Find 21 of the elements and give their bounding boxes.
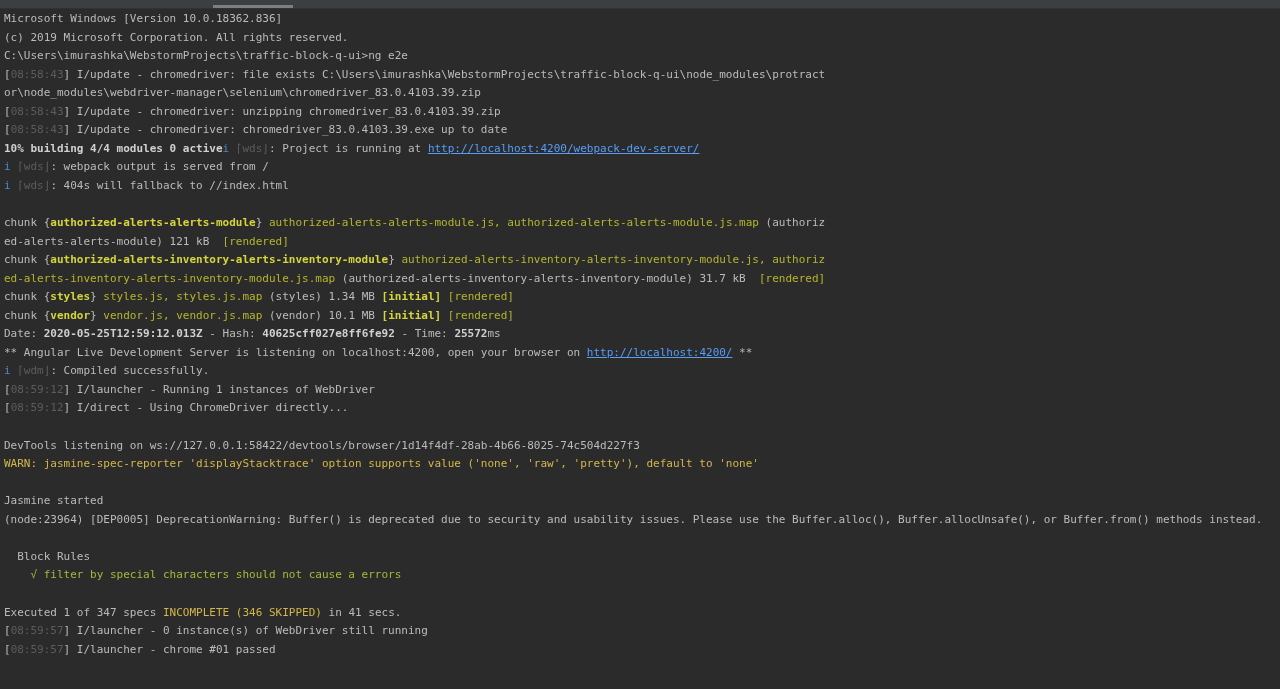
console-line: chunk {vendor} vendor.js, vendor.js.map (vendor) 10.1 MB [initial] [rendered] <box>4 307 515 324</box>
console-line: Jasmine started <box>4 493 105 510</box>
console-line: chunk {authorized-alerts-alerts-module} authorized-alerts-alerts-module.js, authorized-alerts-alerts-module.js.map (authoriz <box>4 215 827 231</box>
console-line: Executed 1 of 347 specs INCOMPLETE (346 SKIPPED) in 41 secs. <box>4 604 403 621</box>
link[interactable]: http://localhost:4200/webpack-dev-server/ <box>427 141 700 155</box>
console-line: WARN: jasmine-spec-reporter 'displayStacktrace' option supports value ('none', 'raw', 'pretty'), default to 'none' <box>4 456 760 473</box>
console-line: DevTools listening on ws://127.0.0.1:58422/devtools/browser/1d14f4df-28ab-4b66-8025-74c504d227f3 <box>4 437 641 454</box>
console-line: √ filter by special characters should not cause a errors <box>29 567 403 584</box>
console-line: (node:23964) [DEP0005] DeprecationWarning: Buffer() is deprecated due to security and usability issues. Please use the Buffer.alloc(), Buffer.allocUnsafe(), or Buffer.from() methods instead. <box>4 511 1264 528</box>
console-line: Date: 2020-05-25T12:59:12.013Z - Hash: 40625cff027e8ff6fe92 - Time: 25572ms <box>4 326 502 343</box>
console-line: chunk {styles} styles.js, styles.js.map (styles) 1.34 MB [initial] [rendered] <box>4 289 515 306</box>
console-line: or\node_modules\webdriver-manager\selenium\chromedriver_83.0.4103.39.zip <box>4 85 482 102</box>
console-line: Microsoft Windows [Version 10.0.18362.836] <box>4 11 284 27</box>
console-line: ed-alerts-inventory-alerts-inventory-module.js.map (authorized-alerts-inventory-alerts-inventory-module) 31.7 kB [rendered] <box>4 270 827 287</box>
console-line: Block Rules <box>16 548 92 565</box>
console-line: ** Angular Live Development Server is listening on localhost:4200, open your browser on http://localhost:4200/ ** <box>4 344 754 361</box>
console-line: chunk {authorized-alerts-inventory-alerts-inventory-module} authorized-alerts-inventory-alerts-inventory-module.js, authoriz <box>4 252 827 269</box>
console-line: (c) 2019 Microsoft Corporation. All rights reserved. <box>4 29 350 46</box>
console-line: C:\Users\imurashka\WebstormProjects\traffic-block-q-ui>ng e2e <box>4 48 409 65</box>
link[interactable]: http://localhost:4200/ <box>586 345 733 359</box>
console-line: ed-alerts-alerts-module) 121 kB [rendered] <box>4 233 290 250</box>
